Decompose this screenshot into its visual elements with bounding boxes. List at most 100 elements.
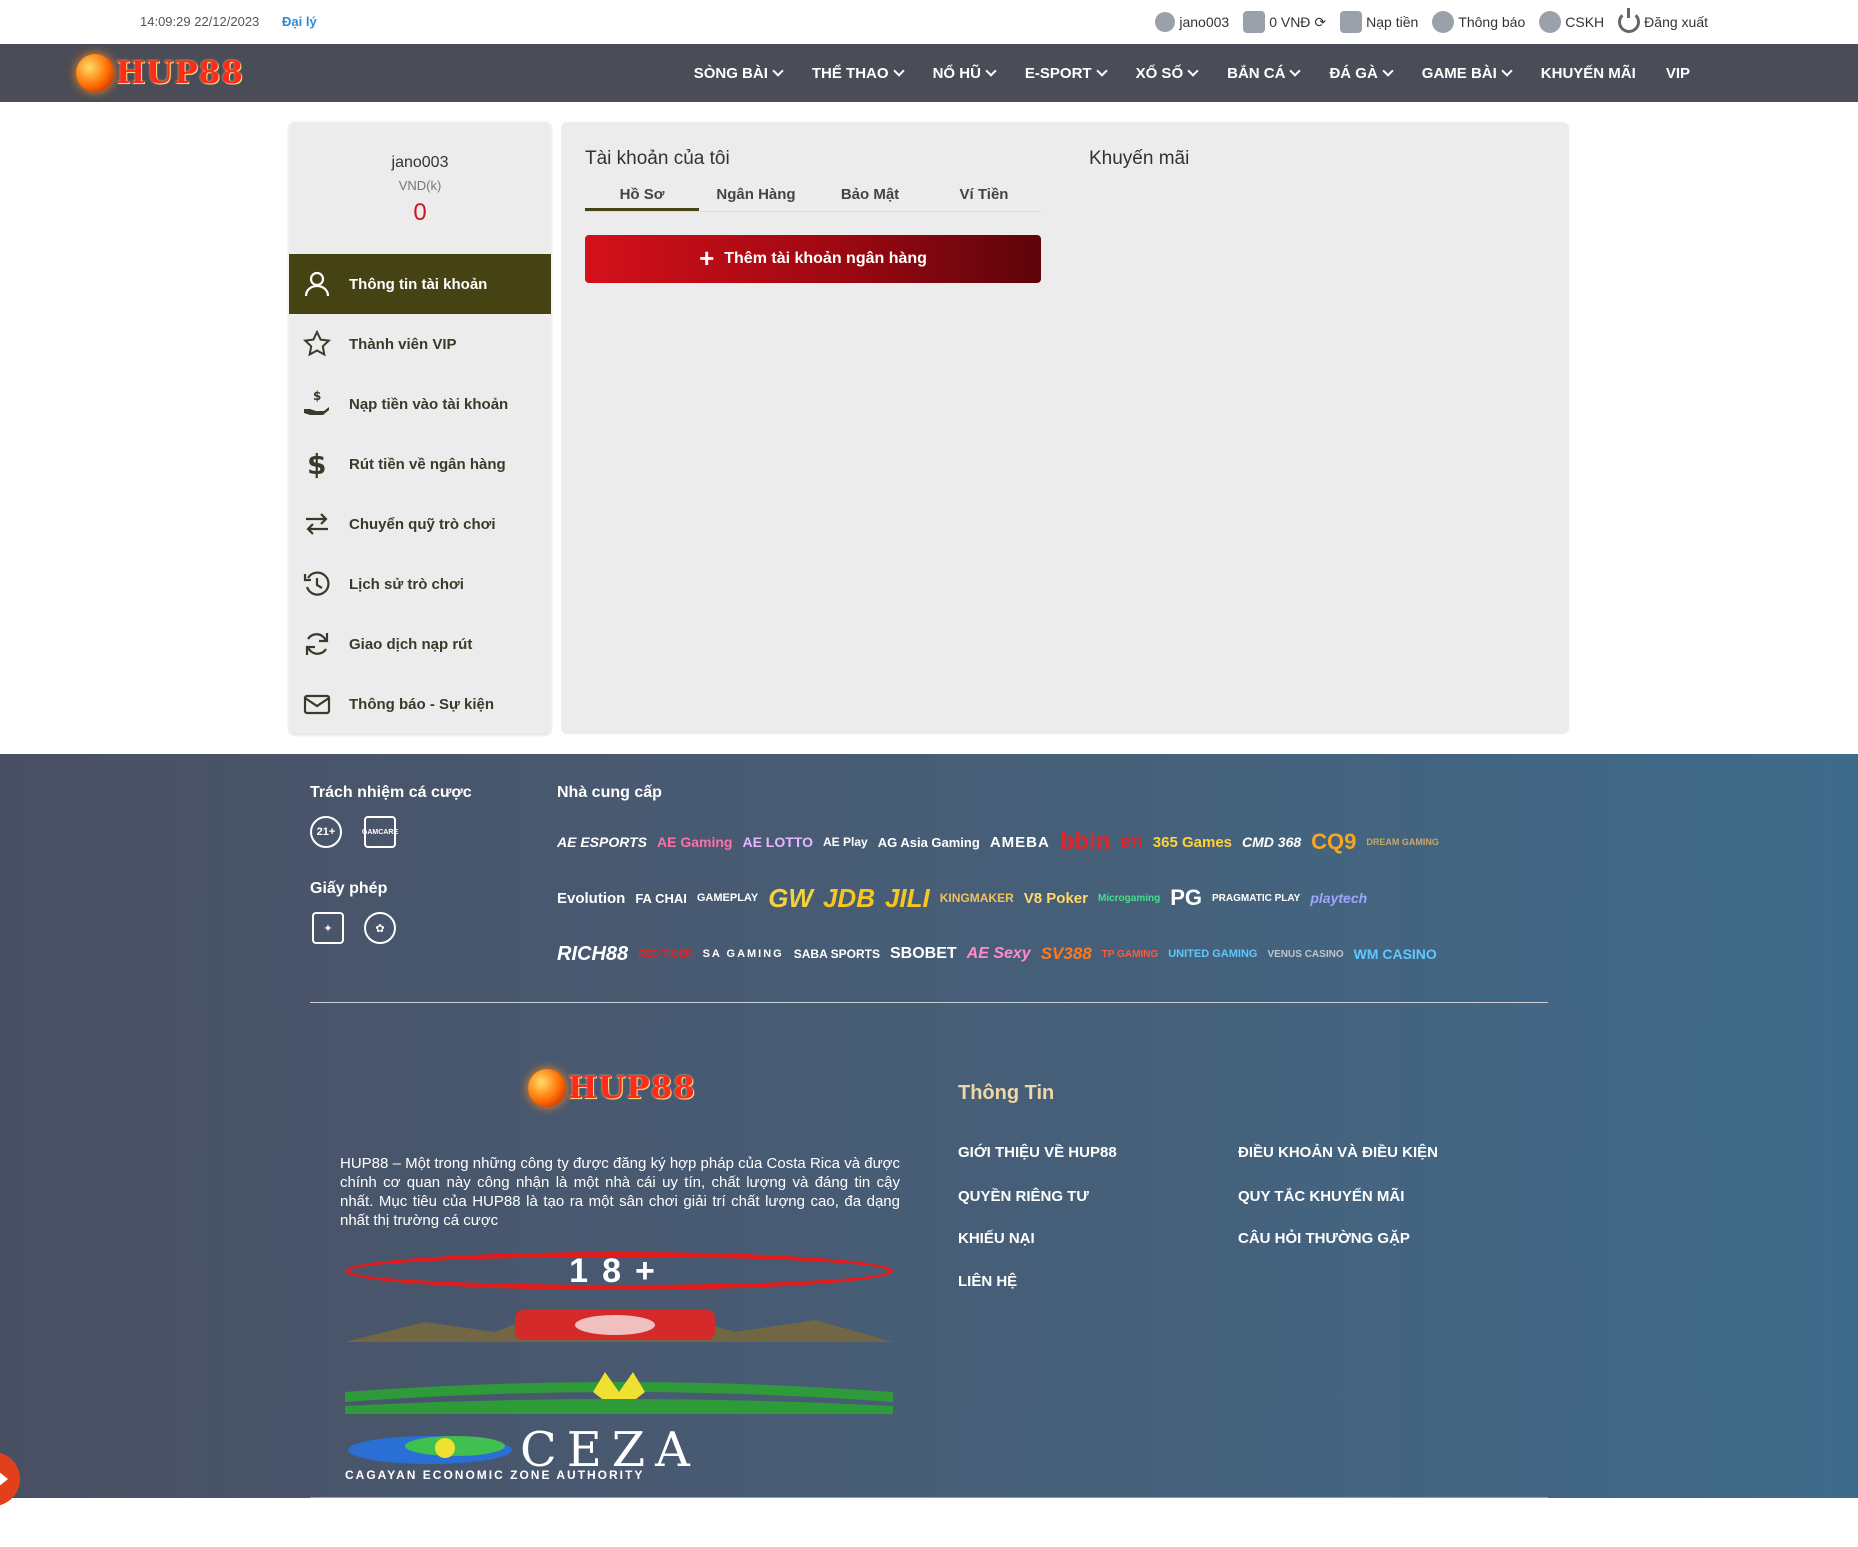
- chat-bubble-icon: [1432, 11, 1455, 33]
- coat-of-arms-seal: [345, 1302, 893, 1346]
- provider-logo[interactable]: AE Gaming: [657, 834, 732, 850]
- piggy-bank-icon: [1340, 11, 1363, 33]
- nav-xo-so[interactable]: XỔ SỐ: [1136, 65, 1199, 82]
- nav-game-bai[interactable]: GAME BÀI: [1422, 65, 1513, 82]
- star-icon: [299, 326, 335, 362]
- provider-row: RICH88 RED TIGER SA GAMING SABA SPORTS S…: [557, 926, 1517, 982]
- fire-ball-icon: [76, 54, 114, 92]
- link-about[interactable]: GIỚI THIỆU VỀ HUP88: [958, 1144, 1117, 1161]
- provider-logo[interactable]: RICH88: [557, 943, 628, 966]
- provider-logo[interactable]: JDB: [823, 883, 875, 914]
- sidebar-menu: Thông tin tài khoản Thành viên VIP $ Nạp…: [289, 254, 551, 734]
- envelope-icon: [299, 686, 335, 722]
- nav-song-bai[interactable]: SÒNG BÀI: [694, 65, 784, 82]
- deposit-link[interactable]: Nạp tiền: [1340, 8, 1418, 36]
- support-link[interactable]: CSKH: [1539, 8, 1604, 36]
- sidebar-item-vip[interactable]: Thành viên VIP: [289, 314, 551, 374]
- notification-link[interactable]: Thông báo: [1432, 8, 1525, 36]
- link-promo-rules[interactable]: QUY TẮC KHUYẾN MÃI: [1238, 1188, 1404, 1205]
- nav-da-ga[interactable]: ĐÁ GÀ: [1329, 65, 1394, 82]
- provider-logo[interactable]: DREAM GAMING: [1366, 837, 1439, 847]
- sidebar-item-transfer[interactable]: Chuyển quỹ trò chơi: [289, 494, 551, 554]
- chevron-down-icon: [1501, 65, 1513, 77]
- provider-logo[interactable]: 365 Games: [1153, 834, 1232, 851]
- sidebar-item-account-info[interactable]: Thông tin tài khoản: [289, 254, 551, 314]
- notification-text: Thông báo: [1458, 14, 1526, 30]
- providers-title: Nhà cung cấp: [557, 784, 662, 801]
- provider-logo[interactable]: playtech: [1310, 890, 1367, 906]
- provider-logo[interactable]: AE Play: [823, 835, 868, 849]
- provider-logo[interactable]: CMD 368: [1242, 834, 1301, 850]
- nav-the-thao[interactable]: THỂ THAO: [812, 65, 905, 82]
- nav-no-hu[interactable]: NỔ HŨ: [933, 65, 997, 82]
- provider-logo[interactable]: BTi: [1120, 834, 1142, 850]
- provider-logo[interactable]: RED TIGER: [638, 949, 692, 960]
- provider-logo[interactable]: AE Sexy: [967, 945, 1031, 963]
- sidebar-item-withdraw[interactable]: $ Rút tiền về ngân hàng: [289, 434, 551, 494]
- provider-logo[interactable]: KINGMAKER: [940, 891, 1014, 905]
- sidebar-item-label: Rút tiền về ngân hàng: [349, 455, 506, 473]
- provider-logo[interactable]: VENUS CASINO: [1267, 949, 1343, 960]
- provider-logo[interactable]: PRAGMATIC PLAY: [1212, 893, 1300, 904]
- plus-icon: +: [699, 242, 715, 273]
- user-icon: [1155, 12, 1176, 32]
- sidebar-item-label: Giao dịch nạp rút: [349, 635, 473, 653]
- transfer-arrows-icon: [299, 506, 335, 542]
- history-icon: [299, 566, 335, 602]
- logout-link[interactable]: Đăng xuất: [1618, 8, 1708, 36]
- tab-security[interactable]: Bảo Mật: [813, 182, 927, 211]
- footer-logo[interactable]: HUP88: [528, 1064, 718, 1112]
- sidebar-item-transactions[interactable]: Giao dịch nạp rút: [289, 614, 551, 674]
- nav-vip[interactable]: VIP: [1666, 65, 1690, 82]
- link-terms[interactable]: ĐIỀU KHOẢN VÀ ĐIỀU KIỆN: [1238, 1144, 1438, 1161]
- nav-khuyen-mai[interactable]: KHUYẾN MÃI: [1541, 65, 1636, 82]
- provider-logo[interactable]: GW: [768, 883, 813, 914]
- brand-logo[interactable]: HUP88: [76, 52, 261, 94]
- sidebar-currency: VND(k): [398, 178, 442, 193]
- user-menu[interactable]: jano003: [1155, 8, 1229, 36]
- add-bank-account-button[interactable]: + Thêm tài khoản ngân hàng: [585, 235, 1041, 283]
- provider-logo[interactable]: AMEBA: [990, 834, 1050, 851]
- provider-logo[interactable]: Microgaming: [1098, 893, 1160, 904]
- promo-title: Khuyến mãi: [1089, 148, 1190, 169]
- provider-logo[interactable]: Evolution: [557, 890, 625, 907]
- link-faq[interactable]: CÂU HỎI THƯỜNG GẶP: [1238, 1230, 1410, 1247]
- link-complaints[interactable]: KHIẾU NẠI: [958, 1230, 1035, 1247]
- link-privacy[interactable]: QUYỀN RIÊNG TƯ: [958, 1188, 1089, 1205]
- tab-wallet[interactable]: Ví Tiền: [927, 182, 1041, 211]
- provider-logo[interactable]: CQ9: [1311, 829, 1356, 855]
- license-title: Giấy phép: [310, 880, 388, 897]
- provider-logo[interactable]: FA CHAI: [635, 891, 687, 906]
- provider-logo[interactable]: TP GAMING: [1102, 949, 1158, 960]
- age-21-icon: 21+: [310, 816, 342, 848]
- nav-e-sport[interactable]: E-SPORT: [1025, 65, 1108, 82]
- provider-logo[interactable]: SABA SPORTS: [794, 947, 880, 961]
- balance-display[interactable]: 0 VNĐ ⟳: [1243, 8, 1326, 36]
- balance-text: 0 VNĐ: [1269, 14, 1311, 30]
- clock-text: 14:09:29 22/12/2023: [140, 14, 260, 29]
- provider-logo[interactable]: V8 Poker: [1024, 890, 1088, 907]
- sidebar-item-notifications[interactable]: Thông báo - Sự kiện: [289, 674, 551, 734]
- provider-logo[interactable]: bbin: [1060, 828, 1111, 856]
- license-seal-icon: ✦: [312, 912, 344, 944]
- provider-logo[interactable]: AE LOTTO: [742, 834, 813, 850]
- provider-logo[interactable]: PG: [1170, 885, 1202, 911]
- tab-profile[interactable]: Hồ Sơ: [585, 182, 699, 211]
- provider-logo[interactable]: SBOBET: [890, 945, 957, 963]
- agent-link[interactable]: Đại lý: [282, 14, 317, 29]
- provider-logo[interactable]: GAMEPLAY: [697, 892, 758, 904]
- site-footer: Trách nhiệm cá cược 21+ GAMCARE Giấy phé…: [0, 754, 1858, 1498]
- provider-logo[interactable]: JILI: [885, 883, 930, 914]
- sidebar-item-history[interactable]: Lịch sử trò chơi: [289, 554, 551, 614]
- refresh-icon[interactable]: ⟳: [1314, 14, 1326, 31]
- provider-logo[interactable]: AE ESPORTS: [557, 834, 647, 850]
- sidebar-item-deposit[interactable]: $ Nạp tiền vào tài khoản: [289, 374, 551, 434]
- provider-logo[interactable]: AG Asia Gaming: [878, 835, 980, 850]
- provider-logo[interactable]: SA GAMING: [703, 948, 784, 960]
- provider-logo[interactable]: WM CASINO: [1354, 946, 1437, 962]
- nav-ban-ca[interactable]: BẮN CÁ: [1227, 65, 1302, 82]
- provider-logo[interactable]: SV388: [1041, 944, 1092, 964]
- tab-bank[interactable]: Ngân Hàng: [699, 182, 813, 211]
- provider-logo[interactable]: UNITED GAMING: [1168, 948, 1257, 960]
- link-contact[interactable]: LIÊN HỆ: [958, 1273, 1017, 1290]
